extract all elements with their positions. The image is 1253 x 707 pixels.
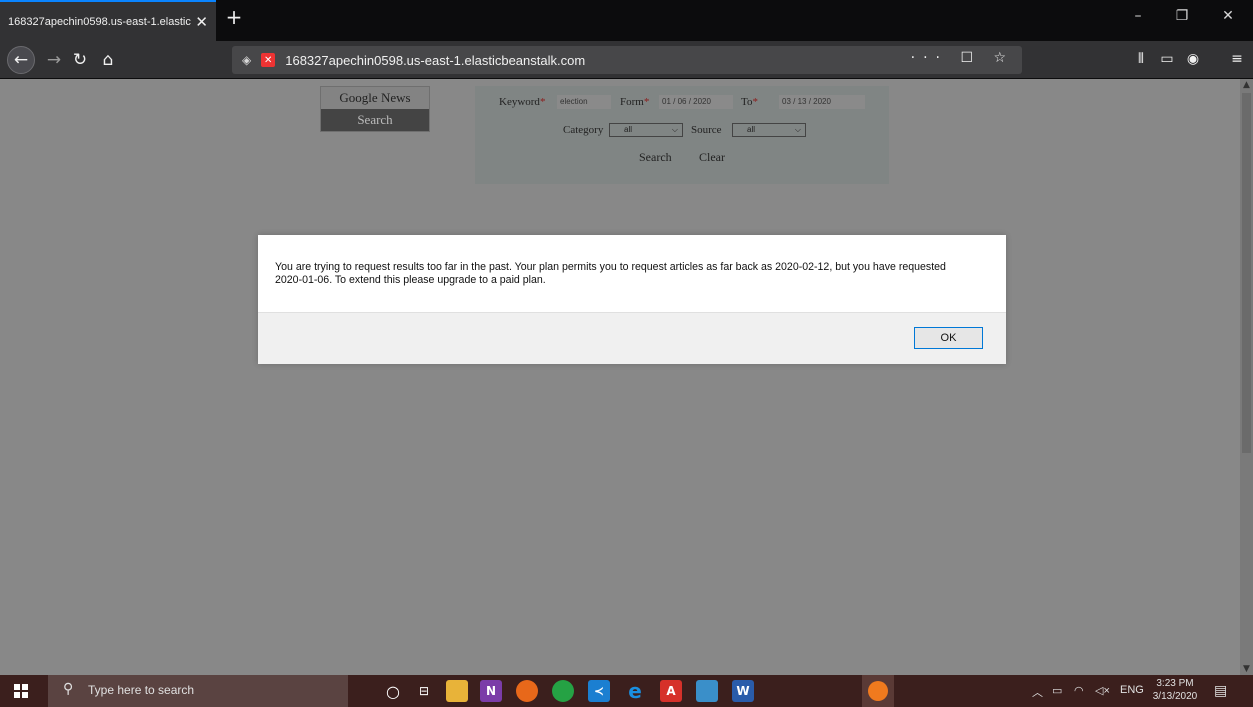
alert-message: You are trying to request results too fa… [275,261,995,287]
to-date-input[interactable]: 03 / 13 / 2020 [779,95,865,109]
url-text[interactable]: 168327apechin0598.us-east-1.elasticbeans… [285,53,585,68]
file-explorer-icon[interactable] [446,680,468,702]
category-select[interactable]: all ⌵ [609,123,683,137]
url-bar[interactable]: ◈ ✕ 168327apechin0598.us-east-1.elasticb… [232,46,1022,74]
tab-title: 168327apechin0598.us-east-1.elasticbeans… [8,15,191,28]
alert-dialog: You are trying to request results too fa… [258,235,1006,364]
battery-icon[interactable]: ▭ [1052,684,1062,697]
chevron-down-icon: ⌵ [671,125,678,134]
scroll-thumb[interactable] [1242,93,1251,453]
task-view-icon[interactable]: ⊟ [413,680,435,702]
minimize-button[interactable]: – [1116,8,1160,24]
clock-time: 3:23 PM [1156,678,1194,689]
shield-icon[interactable]: ◈ [242,53,251,67]
back-arrow-icon[interactable]: ← [7,46,35,74]
from-label: Form* [620,96,650,108]
to-label: To* [741,96,758,108]
keyword-label: Keyword* [499,96,546,108]
page-actions[interactable]: ··· ☐ ☆ [911,50,1014,66]
tray-chevron-icon[interactable]: ︿ [1032,684,1043,700]
search-tab[interactable]: Search [321,109,429,131]
sidebar-icon[interactable]: ▭ [1156,51,1178,67]
cortana-icon[interactable]: ○ [382,680,404,702]
windows-logo-icon [14,684,28,698]
onenote-icon[interactable]: N [480,680,502,702]
tab-bar: 168327apechin0598.us-east-1.elasticbeans… [0,0,1253,41]
taskbar-search-placeholder[interactable]: Type here to search [88,683,194,697]
notifications-icon[interactable]: ▤ [1214,682,1227,699]
alert-message-line-1: You are trying to request results too fa… [275,261,946,273]
new-tab-button[interactable]: + [222,5,246,29]
restore-button[interactable]: ❐ [1160,8,1204,24]
word-icon[interactable]: W [732,680,754,702]
vertical-scrollbar[interactable]: ▲ ▼ [1240,79,1253,675]
reload-icon[interactable]: ↻ [66,46,94,74]
wifi-icon[interactable]: ◠ [1074,684,1084,697]
whatsapp-icon[interactable] [552,680,574,702]
language-indicator[interactable]: ENG [1120,684,1144,696]
taskbar-clock[interactable]: 3:23 PM 3/13/2020 [1149,677,1201,703]
notepad-icon[interactable] [696,680,718,702]
active-tab[interactable]: 168327apechin0598.us-east-1.elasticbeans… [0,0,216,41]
clear-button[interactable]: Clear [699,150,725,165]
chevron-down-icon: ⌵ [794,125,801,134]
insecure-lock-icon[interactable]: ✕ [261,53,276,67]
vscode-icon[interactable]: ≺ [588,680,610,702]
start-button[interactable] [0,675,42,707]
menu-icon[interactable]: ≡ [1226,51,1248,67]
scroll-down-icon[interactable]: ▼ [1240,664,1253,674]
keyword-input[interactable]: election [557,95,611,109]
search-icon: ⚲ [63,681,74,697]
clock-date: 3/13/2020 [1152,691,1198,702]
acrobat-icon[interactable]: A [660,680,682,702]
windows-taskbar: ⚲ Type here to search ○ ⊟ N ≺ e A W ︿ ▭ … [0,675,1253,707]
volume-icon[interactable]: ◁× [1095,684,1110,697]
from-date-input[interactable]: 01 / 06 / 2020 [659,95,733,109]
google-news-panel: Google News Search [320,86,430,132]
tab-close-icon[interactable]: ✕ [195,13,208,31]
source-label: Source [691,124,722,136]
google-news-title[interactable]: Google News [321,87,429,109]
firefox-icon [868,681,888,701]
chrome-icon[interactable] [516,680,538,702]
category-label: Category [563,124,604,136]
scroll-up-icon[interactable]: ▲ [1240,80,1253,90]
ok-button[interactable]: OK [914,327,983,349]
alert-message-line-2: 2020-01-06. To extend this please upgrad… [275,274,546,286]
edge-icon[interactable]: e [624,679,646,703]
alert-footer: OK [258,312,1006,364]
search-button[interactable]: Search [639,150,672,165]
firefox-taskbar-button[interactable] [862,675,894,707]
close-window-button[interactable]: ✕ [1206,8,1250,24]
source-selected-value: all [747,125,756,134]
search-form: Keyword* election Form* 01 / 06 / 2020 T… [475,86,889,184]
source-select[interactable]: all ⌵ [732,123,806,137]
navigation-toolbar: ← → ↻ ⌂ ◈ ✕ 168327apechin0598.us-east-1.… [0,41,1253,79]
account-icon[interactable]: ◉ [1182,51,1204,67]
home-icon[interactable]: ⌂ [94,46,122,74]
library-icon[interactable]: ⫴ [1130,51,1152,67]
forward-arrow-icon[interactable]: → [40,46,68,74]
category-selected-value: all [624,125,633,134]
